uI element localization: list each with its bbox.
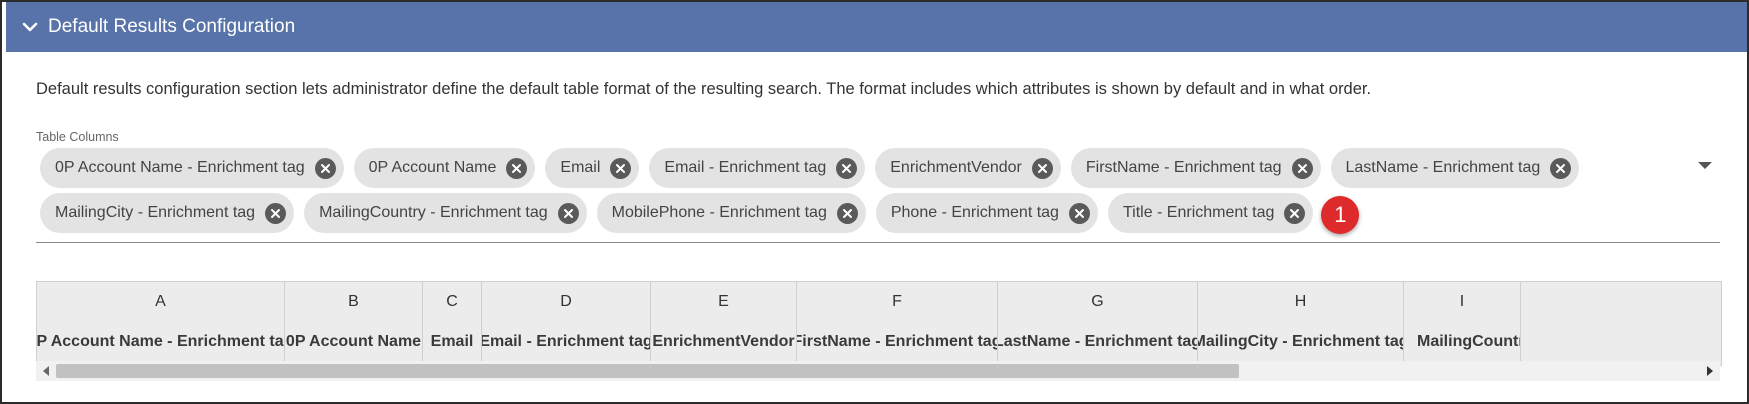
- close-circle-icon[interactable]: [557, 202, 579, 224]
- column-letter: G: [998, 282, 1198, 322]
- results-config-panel: Default Results Configuration Default re…: [0, 0, 1749, 404]
- section-title: Default Results Configuration: [48, 16, 296, 37]
- column-header[interactable]: EnrichmentVendor: [651, 322, 797, 362]
- column-letters-row: ABCDEFGHI: [37, 282, 1521, 322]
- column-chip-label: 0P Account Name - Enrichment tag: [55, 159, 305, 176]
- column-chip[interactable]: MailingCountry - Enrichment tag: [304, 193, 587, 233]
- column-chip[interactable]: EnrichmentVendor: [875, 148, 1061, 188]
- column-chip[interactable]: FirstName - Enrichment tag: [1070, 148, 1321, 188]
- section-description: Default results configuration section le…: [36, 80, 1372, 98]
- column-letter: I: [1404, 282, 1521, 322]
- column-chip-label: FirstName - Enrichment tag: [1085, 159, 1282, 176]
- column-chip[interactable]: LastName - Enrichment tag: [1330, 148, 1580, 188]
- column-chip[interactable]: 0P Account Name: [353, 148, 536, 188]
- scrollbar-thumb[interactable]: [56, 364, 1239, 378]
- column-chip-label: Phone - Enrichment tag: [890, 204, 1059, 221]
- close-circle-icon[interactable]: [314, 157, 336, 179]
- column-header[interactable]: FirstName - Enrichment tag: [797, 322, 998, 362]
- caret-right-icon[interactable]: [1704, 365, 1716, 377]
- column-letter: F: [797, 282, 998, 322]
- results-grid: ABCDEFGHI 0P Account Name - Enrichment t…: [36, 281, 1722, 366]
- column-header[interactable]: MailingCity - Enrichment tag: [1198, 322, 1404, 362]
- chevron-down-icon[interactable]: [22, 19, 38, 35]
- close-circle-icon[interactable]: [1068, 202, 1090, 224]
- column-header[interactable]: 0P Account Name: [285, 322, 423, 362]
- close-circle-icon[interactable]: [1284, 202, 1306, 224]
- column-header[interactable]: 0P Account Name - Enrichment tag: [37, 322, 285, 362]
- column-chip-label: Title - Enrichment tag: [1122, 204, 1275, 221]
- column-chip[interactable]: 0P Account Name - Enrichment tag: [40, 148, 344, 188]
- column-chip[interactable]: MobilePhone - Enrichment tag: [596, 193, 866, 233]
- column-chip[interactable]: Email - Enrichment tag: [649, 148, 866, 188]
- column-chip-label: LastName - Enrichment tag: [1345, 159, 1541, 176]
- close-circle-icon[interactable]: [506, 157, 528, 179]
- close-circle-icon[interactable]: [265, 202, 287, 224]
- column-chip-label: MobilePhone - Enrichment tag: [611, 204, 827, 221]
- column-chip-label: Email - Enrichment tag: [664, 159, 827, 176]
- caret-left-icon[interactable]: [40, 365, 52, 377]
- column-letter: A: [37, 282, 285, 322]
- annotation-badge: 1: [1321, 196, 1360, 234]
- close-circle-icon[interactable]: [610, 157, 632, 179]
- column-chip[interactable]: Title - Enrichment tag: [1107, 193, 1314, 233]
- column-chip[interactable]: Phone - Enrichment tag: [875, 193, 1098, 233]
- caret-down-icon[interactable]: [1697, 158, 1713, 169]
- column-letter: D: [482, 282, 651, 322]
- column-chip[interactable]: MailingCity - Enrichment tag: [40, 193, 295, 233]
- column-chip[interactable]: Email: [545, 148, 640, 188]
- chip-row-1: 0P Account Name - Enrichment tag 0P Accou…: [40, 148, 1580, 188]
- column-chip-label: Email: [560, 159, 601, 176]
- column-letter: B: [285, 282, 423, 322]
- column-chip-label: MailingCity - Enrichment tag: [55, 204, 256, 221]
- close-circle-icon[interactable]: [1031, 157, 1053, 179]
- column-header[interactable]: Email: [423, 322, 482, 362]
- chip-row-2: MailingCity - Enrichment tag MailingCount…: [40, 193, 1314, 233]
- column-chip-label: MailingCountry - Enrichment tag: [319, 204, 548, 221]
- section-header[interactable]: Default Results Configuration: [6, 2, 1747, 52]
- column-header[interactable]: MailingCountry - Enri: [1404, 322, 1521, 362]
- close-circle-icon[interactable]: [836, 157, 858, 179]
- close-circle-icon[interactable]: [1550, 157, 1572, 179]
- table-columns-label: Table Columns: [36, 130, 119, 144]
- horizontal-scrollbar[interactable]: [36, 361, 1720, 381]
- column-header[interactable]: Email - Enrichment tag: [482, 322, 651, 362]
- column-letter: E: [651, 282, 797, 322]
- column-letter: H: [1198, 282, 1404, 322]
- column-chip-label: EnrichmentVendor: [890, 159, 1022, 176]
- close-circle-icon[interactable]: [836, 202, 858, 224]
- column-headers-row: 0P Account Name - Enrichment tag 0P Accou…: [37, 322, 1521, 362]
- close-circle-icon[interactable]: [1291, 157, 1313, 179]
- column-header[interactable]: LastName - Enrichment tag: [998, 322, 1198, 362]
- field-underline: [36, 242, 1720, 243]
- column-chip-label: 0P Account Name: [368, 159, 497, 176]
- column-letter: C: [423, 282, 482, 322]
